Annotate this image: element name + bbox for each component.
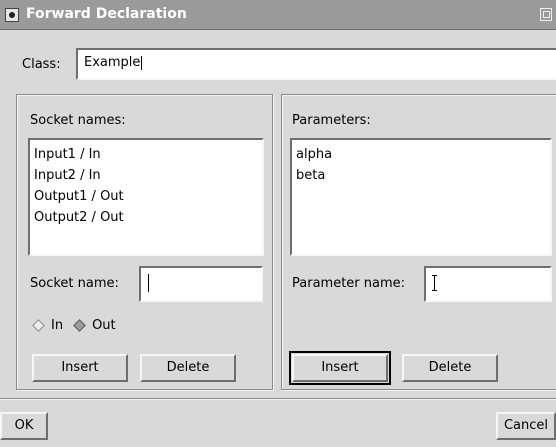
- list-item[interactable]: alpha: [296, 144, 546, 165]
- parameter-delete-button[interactable]: Delete: [402, 354, 498, 382]
- socket-name-input[interactable]: [139, 266, 263, 302]
- class-label: Class:: [22, 57, 61, 72]
- class-input[interactable]: Example: [76, 48, 556, 80]
- socket-names-list[interactable]: Input1 / In Input2 / In Output1 / Out Ou…: [28, 138, 264, 256]
- socket-names-heading: Socket names:: [30, 113, 126, 128]
- radio-out-icon[interactable]: [73, 319, 86, 332]
- socket-direction-radios: In Out: [32, 318, 128, 333]
- footer-separator: [0, 398, 556, 400]
- list-item[interactable]: beta: [296, 165, 546, 186]
- radio-in-icon[interactable]: [32, 319, 45, 332]
- socket-insert-button[interactable]: Insert: [32, 354, 128, 382]
- window-menu-icon[interactable]: [5, 8, 19, 22]
- maximize-icon[interactable]: [540, 8, 552, 21]
- text-cursor-icon: [141, 55, 143, 70]
- class-value: Example: [84, 55, 141, 70]
- radio-out-label[interactable]: Out: [92, 318, 116, 333]
- parameters-heading: Parameters:: [292, 113, 371, 128]
- ibeam-cursor-icon: [432, 274, 438, 291]
- list-item[interactable]: Output2 / Out: [34, 207, 258, 228]
- list-item[interactable]: Input2 / In: [34, 165, 258, 186]
- parameter-name-label: Parameter name:: [292, 276, 406, 291]
- parameters-list[interactable]: alpha beta: [290, 138, 552, 256]
- text-cursor-icon: [148, 273, 149, 292]
- socket-delete-button[interactable]: Delete: [140, 354, 236, 382]
- ok-button[interactable]: OK: [0, 412, 48, 440]
- parameter-name-input[interactable]: [424, 266, 552, 302]
- socket-name-label: Socket name:: [30, 276, 119, 291]
- parameter-insert-button[interactable]: Insert: [292, 354, 388, 382]
- cancel-button[interactable]: Cancel: [496, 412, 556, 440]
- list-item[interactable]: Output1 / Out: [34, 186, 258, 207]
- list-item[interactable]: Input1 / In: [34, 144, 258, 165]
- window-title: Forward Declaration: [26, 6, 187, 22]
- radio-in-label[interactable]: In: [51, 318, 63, 333]
- title-bar[interactable]: Forward Declaration: [0, 0, 556, 30]
